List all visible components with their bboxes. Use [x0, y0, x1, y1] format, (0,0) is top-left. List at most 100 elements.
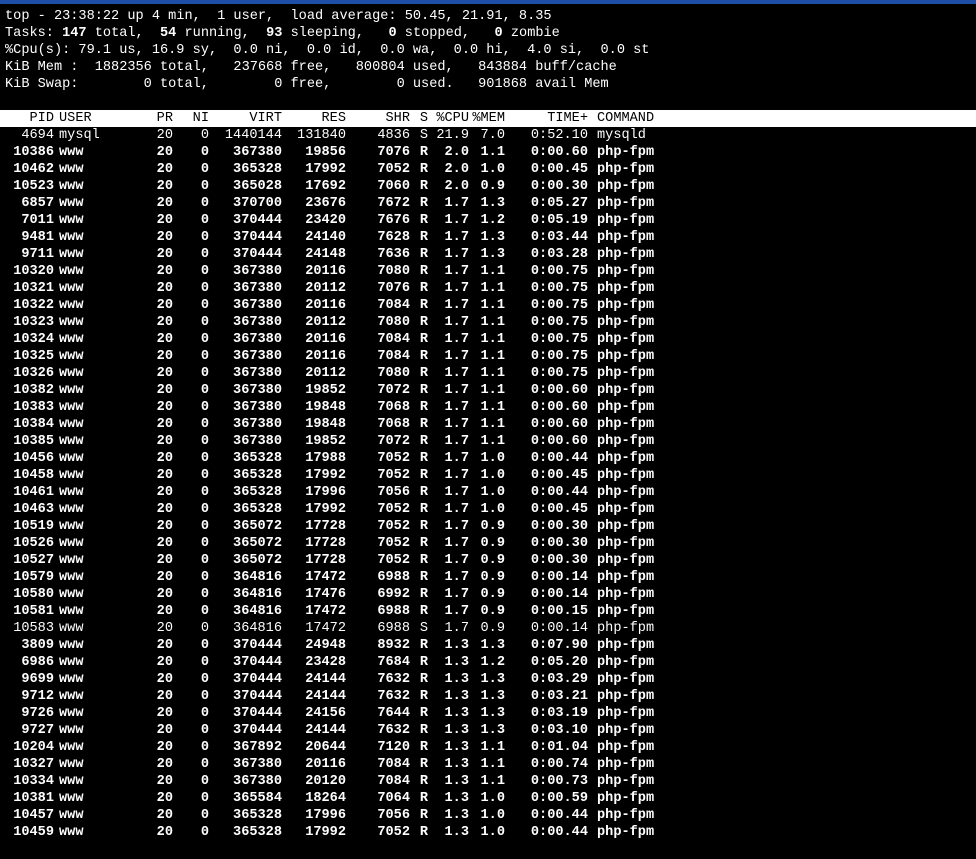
cell-ni: 0: [200, 332, 209, 347]
cell-ni: 0: [200, 536, 209, 551]
cell-pid: 10581: [13, 604, 54, 619]
cell-res: 19848: [305, 400, 346, 415]
cell-mem: 1.0: [480, 162, 505, 177]
cell-ni: 0: [200, 179, 209, 194]
cell-command: php-fpm: [597, 196, 655, 211]
process-row: 10579 www 20 0 364816 17472 6988 R 1.7 0.9 0:00.14…: [5, 569, 971, 586]
cell-virt: 365328: [233, 825, 282, 840]
cell-ni: 0: [200, 502, 209, 517]
cell-mem: 1.1: [480, 281, 505, 296]
process-row: 10456 www 20 0 365328 17988 7052 R 1.7 1.0 0:00.44…: [5, 450, 971, 467]
cell-command: php-fpm: [597, 706, 655, 721]
cell-user: www: [59, 706, 84, 721]
cell-state: R: [419, 349, 428, 364]
cell-res: 17728: [305, 519, 346, 534]
header-shr: SHR: [385, 111, 410, 126]
cell-user: www: [59, 672, 84, 687]
cell-cpu: 1.7: [444, 349, 469, 364]
cell-state: R: [419, 366, 428, 381]
cell-ni: 0: [200, 570, 209, 585]
cell-time: 0:00.75: [530, 264, 588, 279]
cell-command: php-fpm: [597, 553, 655, 568]
cell-mem: 1.3: [480, 672, 505, 687]
cell-state: R: [419, 570, 428, 585]
cell-time: 0:52.10: [530, 128, 588, 143]
cell-state: R: [419, 468, 428, 483]
cell-cpu: 1.7: [444, 247, 469, 262]
cell-time: 0:01.04: [530, 740, 588, 755]
cell-user: www: [59, 825, 84, 840]
cell-state: R: [419, 485, 428, 500]
cell-cpu: 1.3: [444, 825, 469, 840]
cell-command: php-fpm: [597, 366, 655, 381]
process-row: 10459 www 20 0 365328 17992 7052 R 1.3 1.0 0:00.44…: [5, 824, 971, 841]
cell-res: 24156: [305, 706, 346, 721]
cell-state: R: [419, 383, 428, 398]
cell-ni: 0: [200, 740, 209, 755]
process-row: 9481 www 20 0 370444 24140 7628 R 1.7 1.3 0:03.44 p…: [5, 229, 971, 246]
cell-virt: 370444: [233, 247, 282, 262]
cell-pr: 20: [156, 740, 173, 755]
cell-virt: 367380: [233, 145, 282, 160]
cell-virt: 367380: [233, 400, 282, 415]
cell-state: R: [419, 332, 428, 347]
cell-time: 0:00.44: [530, 825, 588, 840]
cell-cpu: 1.3: [444, 655, 469, 670]
process-row: 10457 www 20 0 365328 17996 7056 R 1.3 1.0 0:00.44…: [5, 807, 971, 824]
cell-mem: 0.9: [480, 553, 505, 568]
cell-shr: 7084: [377, 757, 410, 772]
cell-cpu: 1.7: [444, 485, 469, 500]
cell-pid: 10323: [13, 315, 54, 330]
cell-res: 17996: [305, 485, 346, 500]
process-row: 10381 www 20 0 365584 18264 7064 R 1.3 1.0 0:00.59…: [5, 790, 971, 807]
cell-user: www: [59, 604, 84, 619]
cell-res: 19848: [305, 417, 346, 432]
cell-virt: 370444: [233, 655, 282, 670]
process-table-header: PID USER PR NI VIRT RES SHR S %CPU %MEM TIME+ COMMA…: [0, 110, 976, 127]
cell-state: R: [419, 179, 428, 194]
cell-res: 24140: [305, 230, 346, 245]
cell-time: 0:05.27: [530, 196, 588, 211]
cell-virt: 367380: [233, 332, 282, 347]
cell-cpu: 1.7: [444, 587, 469, 602]
mem-line: KiB Mem : 1882356 total, 237668 free, 80…: [5, 60, 617, 75]
cell-user: www: [59, 774, 84, 789]
cell-pr: 20: [156, 417, 173, 432]
cell-time: 0:03.29: [530, 672, 588, 687]
process-row: 6986 www 20 0 370444 23428 7684 R 1.3 1.2 0:05.20 p…: [5, 654, 971, 671]
cell-pr: 20: [156, 757, 173, 772]
cell-cpu: 1.7: [444, 213, 469, 228]
cell-time: 0:00.75: [530, 315, 588, 330]
cell-command: php-fpm: [597, 179, 655, 194]
cell-user: www: [59, 196, 84, 211]
cell-pr: 20: [156, 706, 173, 721]
cell-pid: 10519: [13, 519, 54, 534]
cell-state: R: [419, 740, 428, 755]
cell-state: R: [419, 553, 428, 568]
cell-time: 0:03.28: [530, 247, 588, 262]
cell-shr: 7632: [377, 672, 410, 687]
cell-state: R: [419, 774, 428, 789]
cell-command: php-fpm: [597, 281, 655, 296]
cell-ni: 0: [200, 400, 209, 415]
cell-command: php-fpm: [597, 791, 655, 806]
swap-line: KiB Swap: 0 total, 0 free, 0 used. 90186…: [5, 77, 609, 92]
cell-pid: 9481: [21, 230, 54, 245]
cell-cpu: 1.7: [444, 315, 469, 330]
process-row: 10382 www 20 0 367380 19852 7072 R 1.7 1.1 0:00.60…: [5, 382, 971, 399]
process-row: 9711 www 20 0 370444 24148 7636 R 1.7 1.3 0:03.28 p…: [5, 246, 971, 263]
cell-state: R: [419, 672, 428, 687]
cell-pr: 20: [156, 315, 173, 330]
cell-pid: 10526: [13, 536, 54, 551]
cell-time: 0:03.44: [530, 230, 588, 245]
cell-state: R: [419, 689, 428, 704]
process-row: 10324 www 20 0 367380 20116 7084 R 1.7 1.1 0:00.75…: [5, 331, 971, 348]
process-row: 10583 www 20 0 364816 17472 6988 S 1.7 0.9 0:00.14…: [5, 620, 971, 637]
process-row: 7011 www 20 0 370444 23420 7676 R 1.7 1.2 0:05.19 p…: [5, 212, 971, 229]
cell-command: php-fpm: [597, 502, 655, 517]
cell-ni: 0: [200, 349, 209, 364]
cell-pid: 10386: [13, 145, 54, 160]
process-row: 10384 www 20 0 367380 19848 7068 R 1.7 1.1 0:00.60…: [5, 416, 971, 433]
cell-pr: 20: [156, 179, 173, 194]
cell-mem: 1.3: [480, 706, 505, 721]
